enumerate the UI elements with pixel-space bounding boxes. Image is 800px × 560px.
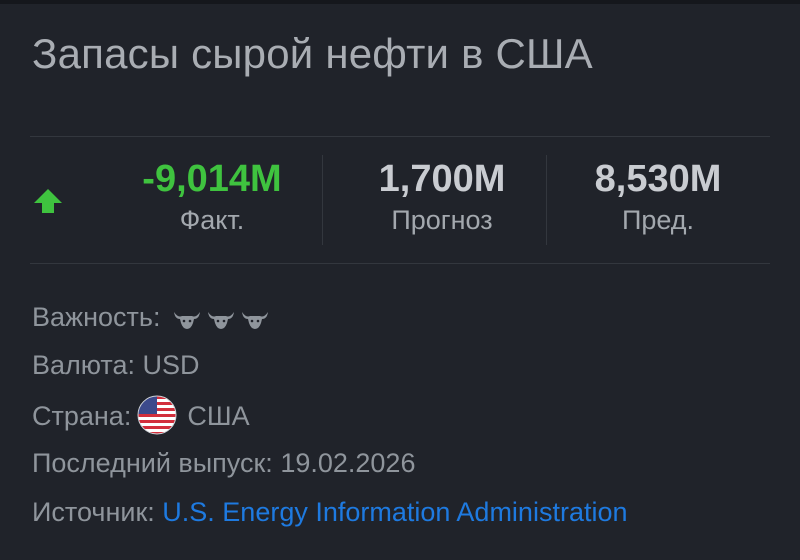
country-value: США: [187, 401, 250, 432]
stats-row: -9,014M Факт. 1,700M Прогноз 8,530M Пред…: [30, 137, 770, 263]
divider-bottom: [30, 263, 770, 264]
bull-icon: [207, 312, 234, 330]
us-flag-icon: [137, 395, 177, 435]
source-row: Источник: U.S. Energy Information Admini…: [32, 497, 628, 528]
currency-row: Валюта: USD: [32, 350, 200, 381]
forecast-stat: 1,700M Прогноз: [342, 157, 542, 247]
actual-value: -9,014M: [142, 158, 282, 200]
last-release-row: Последний выпуск: 19.02.2026: [32, 448, 415, 479]
previous-value: 8,530M: [594, 158, 722, 200]
event-title: Запасы сырой нефти в США: [32, 30, 593, 77]
importance-rating: [172, 303, 274, 334]
stat-separator: [322, 155, 323, 245]
forecast-value: 1,700M: [378, 158, 506, 200]
arrow-up-icon: [34, 189, 62, 213]
currency-label: Валюта:: [32, 350, 136, 380]
bull-icon: [173, 312, 200, 330]
previous-stat: 8,530M Пред.: [558, 157, 758, 247]
last-release-label: Последний выпуск:: [32, 448, 273, 478]
country-label: Страна:: [32, 401, 132, 432]
country-row: Страна: США: [32, 395, 250, 438]
stat-separator: [546, 155, 547, 245]
previous-label: Пред.: [621, 205, 695, 235]
importance-row: Важность:: [32, 302, 274, 334]
bull-icon: [241, 312, 268, 330]
forecast-label: Прогноз: [391, 205, 493, 235]
source-link[interactable]: U.S. Energy Information Administration: [162, 497, 627, 527]
actual-label: Факт.: [179, 205, 245, 235]
currency-value: USD: [142, 350, 200, 380]
actual-stat: -9,014M Факт.: [112, 157, 312, 247]
importance-label: Важность:: [32, 302, 161, 332]
top-edge: [0, 0, 800, 4]
last-release-value: 19.02.2026: [280, 448, 416, 478]
source-label: Источник:: [32, 497, 155, 527]
